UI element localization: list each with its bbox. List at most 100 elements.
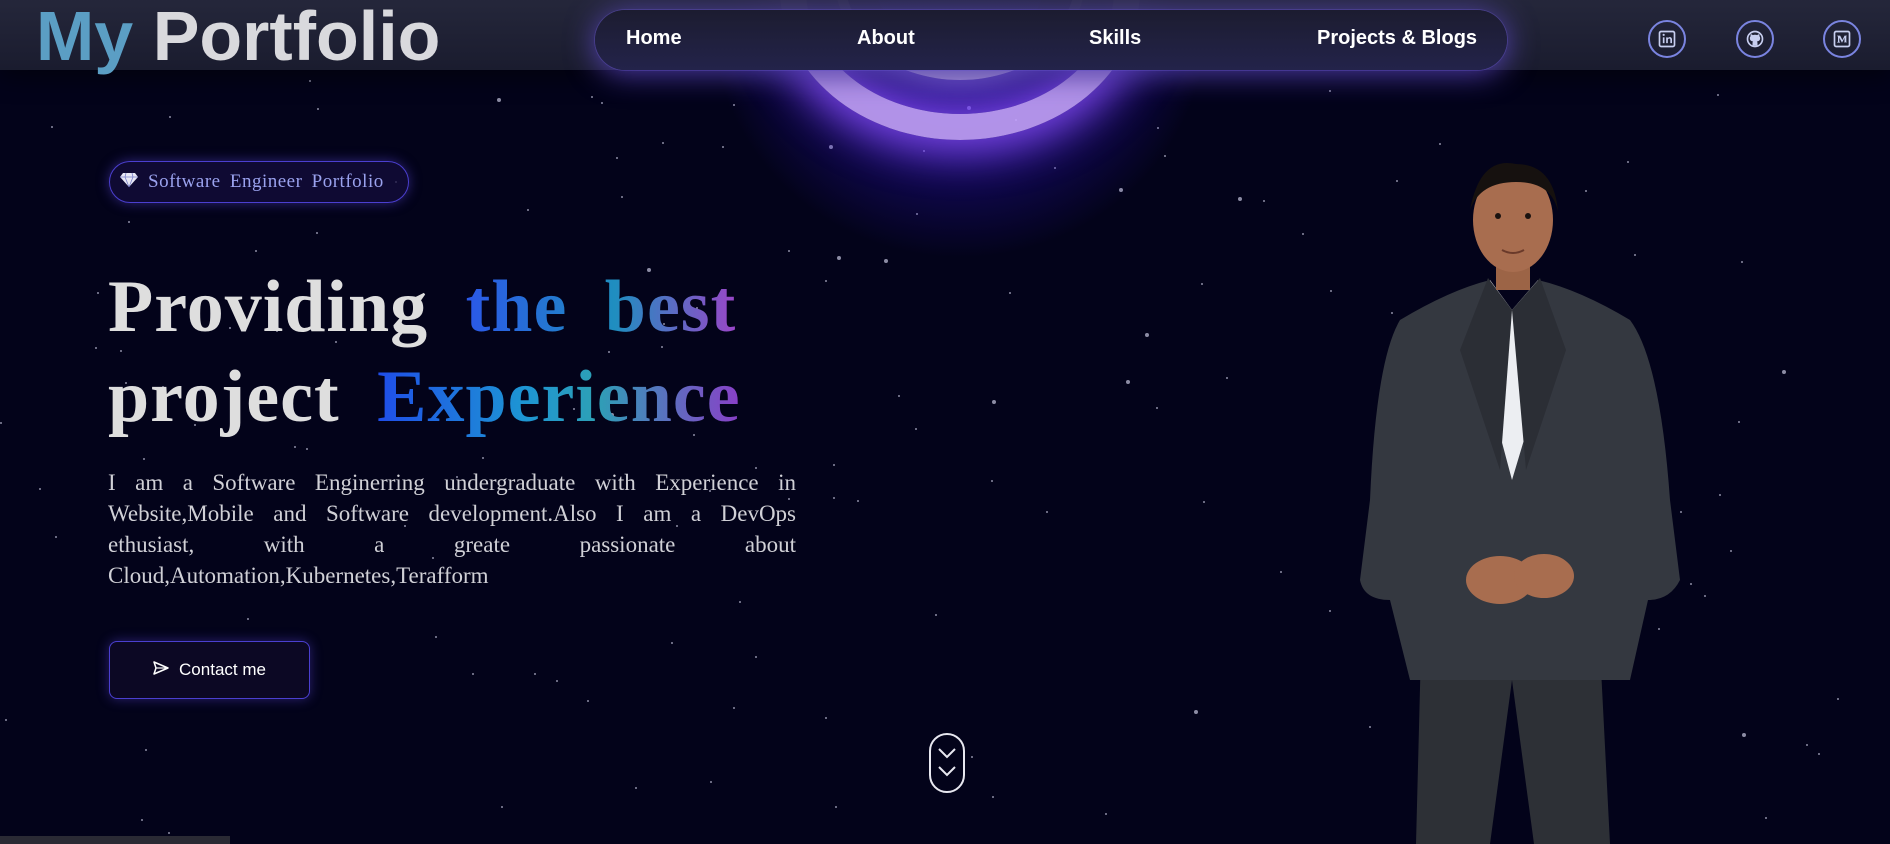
headline-project: project xyxy=(108,356,340,438)
headline-the-best: the best xyxy=(465,266,737,348)
nav-home[interactable]: Home xyxy=(626,27,682,50)
star-dot xyxy=(1105,813,1107,815)
linkedin-icon[interactable] xyxy=(1648,20,1686,58)
star-dot xyxy=(501,806,503,808)
top-header: My Portfolio Home About Skills Projects … xyxy=(0,0,1890,75)
star-dot xyxy=(1156,407,1158,409)
star-dot xyxy=(788,250,790,252)
star-dot xyxy=(833,497,835,499)
star-dot xyxy=(825,280,827,282)
send-icon xyxy=(153,661,169,679)
bottom-scrollbar[interactable] xyxy=(0,836,230,844)
star-dot xyxy=(1126,380,1130,384)
star-dot xyxy=(1742,733,1746,737)
nav-about[interactable]: About xyxy=(857,27,915,50)
star-dot xyxy=(621,196,623,198)
star-dot xyxy=(1238,197,1242,201)
scroll-down-indicator[interactable] xyxy=(929,733,965,793)
star-dot xyxy=(1765,817,1767,819)
star-dot xyxy=(1201,283,1203,285)
star-dot xyxy=(992,796,994,798)
star-dot xyxy=(1280,571,1282,573)
star-dot xyxy=(1329,90,1331,92)
star-dot xyxy=(857,500,859,502)
star-dot xyxy=(591,96,593,98)
star-dot xyxy=(527,209,529,211)
star-dot xyxy=(635,787,637,789)
star-dot xyxy=(5,719,7,721)
star-dot xyxy=(1806,744,1808,746)
star-dot xyxy=(309,80,311,82)
star-dot xyxy=(1719,494,1721,496)
star-dot xyxy=(755,656,757,658)
chevron-down-icon xyxy=(938,748,956,777)
star-dot xyxy=(935,614,937,616)
hero-headline: Providing the best project Experience xyxy=(108,262,741,442)
contact-me-button[interactable]: Contact me xyxy=(109,641,310,699)
star-dot xyxy=(435,636,437,638)
star-dot xyxy=(1302,233,1304,235)
star-dot xyxy=(1782,370,1786,374)
star-dot xyxy=(0,422,2,424)
star-dot xyxy=(316,232,318,234)
star-dot xyxy=(1164,155,1166,157)
star-dot xyxy=(733,707,735,709)
star-dot xyxy=(1837,698,1839,700)
star-dot xyxy=(833,464,835,466)
star-dot xyxy=(710,781,712,783)
star-dot xyxy=(1203,501,1205,503)
star-dot xyxy=(472,673,474,675)
star-dot xyxy=(294,446,296,448)
badge-label: Software Engineer Portfolio xyxy=(148,171,384,192)
star-dot xyxy=(1015,119,1017,121)
star-dot xyxy=(829,145,833,149)
star-dot xyxy=(825,717,827,719)
star-dot xyxy=(145,749,147,751)
profile-photo xyxy=(1330,160,1710,844)
star-dot xyxy=(616,157,618,159)
star-dot xyxy=(55,536,57,538)
star-dot xyxy=(306,448,308,450)
star-dot xyxy=(141,819,143,821)
star-dot xyxy=(1730,550,1732,552)
star-dot xyxy=(1009,292,1011,294)
star-dot xyxy=(991,480,993,482)
star-dot xyxy=(143,458,145,460)
headline-providing: Providing xyxy=(108,266,429,348)
star-dot xyxy=(967,106,971,110)
star-dot xyxy=(971,756,973,758)
main-nav: Home About Skills Projects & Blogs xyxy=(595,10,1507,70)
star-dot xyxy=(992,400,996,404)
star-dot xyxy=(97,292,99,294)
star-dot xyxy=(1145,333,1149,337)
github-icon[interactable] xyxy=(1736,20,1774,58)
star-dot xyxy=(1157,127,1159,129)
star-dot xyxy=(733,104,735,106)
star-dot xyxy=(556,680,558,682)
logo-my: My xyxy=(36,0,134,75)
nav-projects-blogs[interactable]: Projects & Blogs xyxy=(1317,27,1477,50)
star-dot xyxy=(317,108,319,110)
star-dot xyxy=(482,457,484,459)
diamond-icon xyxy=(120,172,138,193)
star-dot xyxy=(95,347,97,349)
medium-icon[interactable] xyxy=(1823,20,1861,58)
star-dot xyxy=(923,150,925,152)
star-dot xyxy=(837,256,841,260)
star-dot xyxy=(587,700,589,702)
site-logo[interactable]: My Portfolio xyxy=(36,0,440,76)
star-dot xyxy=(835,806,837,808)
star-dot xyxy=(1194,710,1198,714)
star-dot xyxy=(671,642,673,644)
star-dot xyxy=(247,618,249,620)
star-dot xyxy=(1741,261,1743,263)
star-dot xyxy=(497,98,501,102)
star-dot xyxy=(915,428,917,430)
star-dot xyxy=(51,126,53,128)
star-dot xyxy=(662,142,664,144)
star-dot xyxy=(534,673,536,675)
star-dot xyxy=(884,259,888,263)
hero-description: I am a Software Enginerring undergraduat… xyxy=(108,470,796,588)
logo-portfolio: Portfolio xyxy=(152,0,441,75)
nav-skills[interactable]: Skills xyxy=(1089,27,1141,50)
